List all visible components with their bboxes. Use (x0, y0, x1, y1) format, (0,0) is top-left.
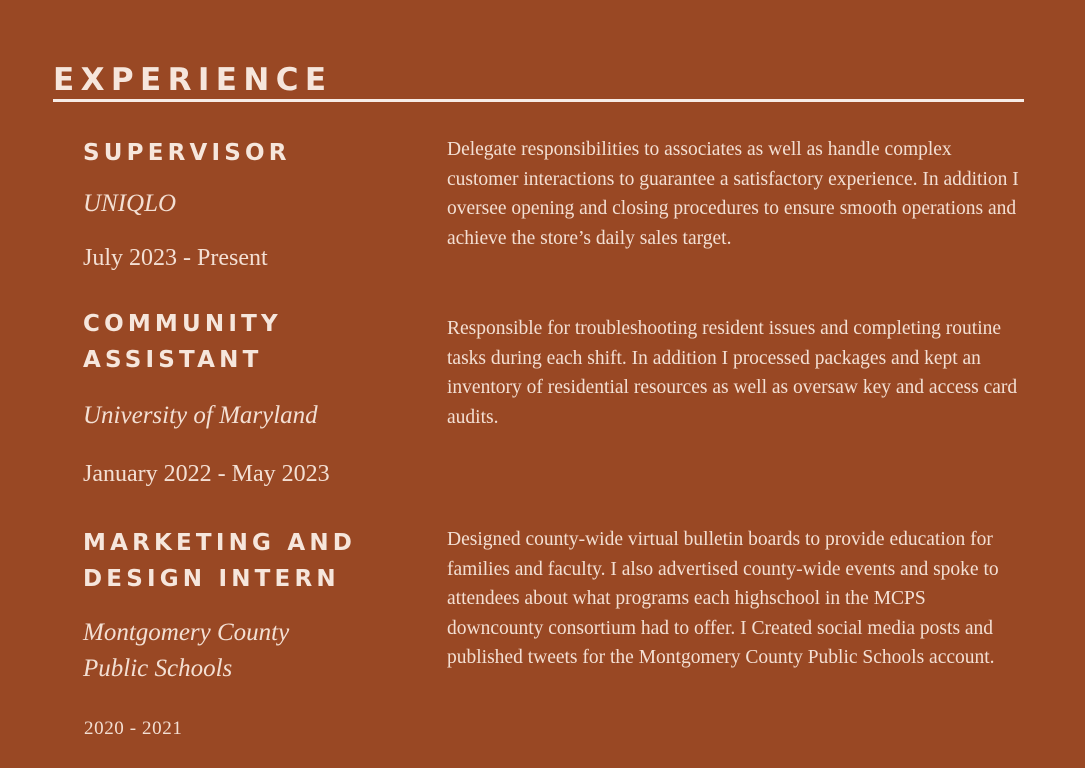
job-description-supervisor: Delegate responsibilities to associates … (447, 139, 1019, 249)
job-title-community-assistant-line-1: COMMUNITY (83, 311, 282, 337)
section-heading: EXPERIENCE (53, 62, 333, 98)
job-org-mcps-line-1: Montgomery County (83, 619, 290, 646)
job-description-community-assistant: Responsible for troubleshooting resident… (447, 318, 1018, 428)
job-title-marketing-line-1: MARKETING AND (83, 530, 357, 556)
job-dates-supervisor: July 2023 - Present (83, 245, 268, 271)
job-title-community-assistant-line-2: ASSISTANT (83, 347, 263, 373)
job-description-marketing: Designed county-wide virtual bulletin bo… (447, 529, 999, 668)
heading-divider (53, 99, 1024, 102)
job-dates-marketing: 2020 - 2021 (84, 718, 183, 739)
job-title-supervisor: SUPERVISOR (83, 140, 291, 166)
job-dates-community-assistant: January 2022 - May 2023 (83, 461, 330, 487)
job-title-marketing-line-2: DESIGN INTERN (83, 566, 340, 592)
job-org-university-of-maryland: University of Maryland (83, 402, 318, 429)
job-org-uniqlo: UNIQLO (83, 190, 177, 217)
job-org-mcps-line-2: Public Schools (83, 655, 233, 682)
